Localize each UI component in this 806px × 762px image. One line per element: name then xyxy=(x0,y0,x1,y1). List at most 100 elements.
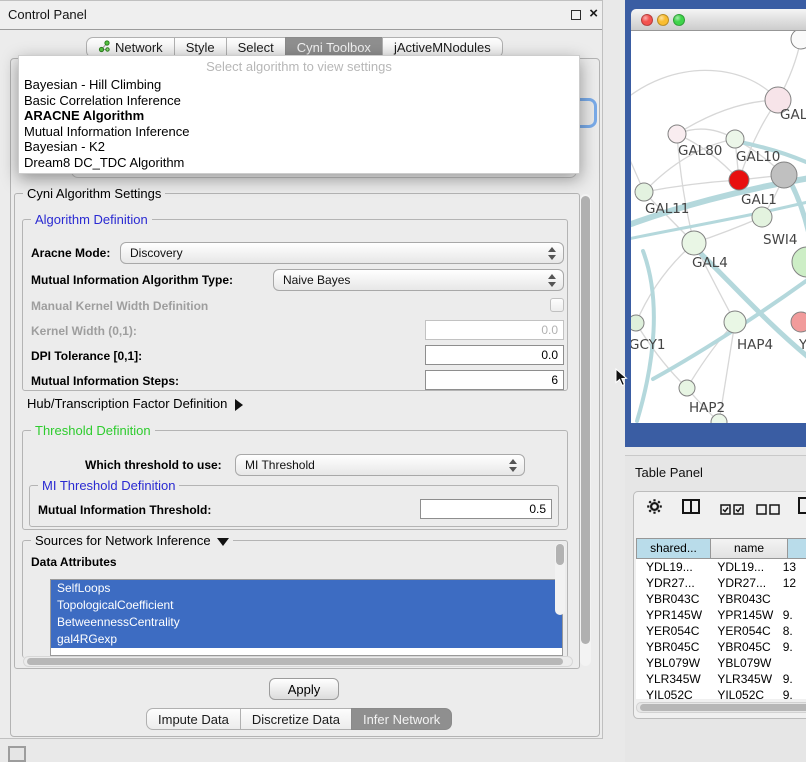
table-horizontal-scrollbar[interactable] xyxy=(636,702,806,713)
algorithm-dropdown-popup: Select algorithm to view settings Bayesi… xyxy=(18,55,580,174)
float-window-icon[interactable] xyxy=(571,10,581,20)
network-node[interactable] xyxy=(791,312,806,332)
network-node[interactable] xyxy=(791,31,806,49)
network-node[interactable] xyxy=(726,130,744,148)
table-row[interactable]: YDR27...YDR27...12 xyxy=(636,575,806,591)
manual-kernel-checkbox[interactable] xyxy=(550,298,564,312)
data-attribute-item[interactable]: BetweennessCentrality xyxy=(51,614,562,631)
network-node-label: GCY1 xyxy=(631,337,666,353)
algorithm-option[interactable]: ARACNE Algorithm xyxy=(19,108,579,124)
network-node-label: GAL11 xyxy=(645,201,689,217)
network-node[interactable] xyxy=(631,315,644,331)
algorithm-option[interactable]: Bayesian - Hill Climbing xyxy=(19,77,579,93)
minimize-button[interactable] xyxy=(657,14,669,26)
table-row[interactable]: YLR345WYLR345W9. xyxy=(636,671,806,687)
network-node[interactable] xyxy=(729,170,749,190)
threshold-definition-title: Threshold Definition xyxy=(31,423,155,438)
scrollbar-thumb[interactable] xyxy=(27,658,563,665)
network-canvas[interactable]: GALGAL80GAL10GAL1GAL11SWI4GAL4GCY1HAP4YH… xyxy=(631,31,806,423)
table-row[interactable]: YBR045CYBR045C9. xyxy=(636,639,806,655)
scrollbar-thumb[interactable] xyxy=(581,196,590,644)
algorithm-options-list: Bayesian - Hill ClimbingBasic Correlatio… xyxy=(19,77,579,170)
aracne-mode-select[interactable]: Discovery xyxy=(120,242,564,264)
unchecked-boxes-icon[interactable] xyxy=(756,502,780,520)
close-button[interactable] xyxy=(641,14,653,26)
table-cell: YBR045C xyxy=(636,639,705,655)
table-row[interactable]: YDL19...YDL19...13 xyxy=(636,559,806,575)
checked-boxes-icon[interactable] xyxy=(720,502,744,520)
algorithm-option[interactable]: Dream8 DC_TDC Algorithm xyxy=(19,155,579,171)
sources-group-title[interactable]: Sources for Network Inference xyxy=(31,533,233,548)
table-row[interactable]: YBL079WYBL079W xyxy=(636,655,806,671)
data-attribute-item[interactable]: SelfLoops xyxy=(51,580,562,597)
table-cell: YLR345W xyxy=(636,671,705,687)
table-cell: YBL079W xyxy=(636,655,705,671)
scrollbar-thumb[interactable] xyxy=(556,544,564,565)
table-row[interactable]: YIL052CYIL052C9. xyxy=(636,687,806,699)
column-header[interactable]: shared... xyxy=(636,538,711,559)
network-edge xyxy=(631,70,778,103)
zoom-button[interactable] xyxy=(673,14,685,26)
table-cell: YIL052C xyxy=(636,687,705,699)
tab-infer-network[interactable]: Infer Network xyxy=(351,708,452,730)
table-row[interactable]: YER054CYER054C8. xyxy=(636,623,806,639)
table-row[interactable]: YPR145WYPR145W9. xyxy=(636,607,806,623)
algorithm-option[interactable]: Mutual Information Inference xyxy=(19,124,579,140)
column-header[interactable]: name xyxy=(711,538,788,559)
algorithm-option[interactable]: Bayesian - K2 xyxy=(19,139,579,155)
kernel-width-input[interactable] xyxy=(425,320,564,340)
network-window-titlebar[interactable] xyxy=(631,9,806,31)
tab-label: Select xyxy=(238,40,274,55)
network-node-label: GAL xyxy=(780,107,806,123)
which-threshold-select[interactable]: MI Threshold xyxy=(235,454,525,476)
settings-horizontal-scrollbar[interactable] xyxy=(23,656,573,667)
data-attribute-item[interactable]: gal4RGexp xyxy=(51,631,562,648)
kernel-width-label: Kernel Width (0,1): xyxy=(31,324,137,338)
table-cell: 13 xyxy=(777,559,806,575)
network-graph[interactable]: GALGAL80GAL10GAL1GAL11SWI4GAL4GCY1HAP4YH… xyxy=(631,31,806,423)
document-icon[interactable] xyxy=(798,497,806,519)
threshold-definition-group: Threshold Definition Which threshold to … xyxy=(22,430,568,530)
column-header[interactable] xyxy=(788,538,806,559)
mi-steps-label: Mutual Information Steps: xyxy=(31,374,179,388)
mi-steps-input[interactable] xyxy=(425,370,564,390)
table-row[interactable]: YBR043CYBR043C xyxy=(636,591,806,607)
network-node[interactable] xyxy=(724,311,746,333)
network-edge xyxy=(644,180,739,192)
network-node[interactable] xyxy=(635,183,653,201)
panel-title: Control Panel xyxy=(8,7,87,22)
scrollbar-thumb[interactable] xyxy=(640,704,806,711)
table-header: shared...name xyxy=(636,538,806,559)
network-node-label: GAL1 xyxy=(741,192,777,208)
tab-discretize-data[interactable]: Discretize Data xyxy=(240,708,352,730)
network-node[interactable] xyxy=(668,125,686,143)
data-attribute-item[interactable]: TopologicalCoefficient xyxy=(51,597,562,614)
network-node[interactable] xyxy=(682,231,706,255)
apply-button[interactable]: Apply xyxy=(269,678,339,700)
mi-type-select[interactable]: Naive Bayes xyxy=(273,269,564,291)
network-node[interactable] xyxy=(752,207,772,227)
dpi-tolerance-input[interactable] xyxy=(425,345,564,365)
table-cell: 9. xyxy=(777,687,806,699)
close-icon[interactable]: × xyxy=(589,5,598,22)
network-node[interactable] xyxy=(679,380,695,396)
settings-vertical-scrollbar[interactable] xyxy=(580,194,591,666)
hub-definition-toggle[interactable]: Hub/Transcription Factor Definition xyxy=(27,396,243,411)
tab-label: Style xyxy=(186,40,215,55)
network-view-frame: GALGAL80GAL10GAL1GAL11SWI4GAL4GCY1HAP4YH… xyxy=(625,0,806,447)
network-node-label: GAL4 xyxy=(692,255,728,271)
tab-impute-data[interactable]: Impute Data xyxy=(146,708,241,730)
algorithm-option[interactable]: Basic Correlation Inference xyxy=(19,93,579,109)
data-attributes-list[interactable]: SelfLoopsTopologicalCoefficientBetweenne… xyxy=(50,579,563,656)
split-columns-icon[interactable] xyxy=(682,499,700,519)
gear-icon[interactable] xyxy=(646,498,663,520)
table-cell: 9. xyxy=(777,639,806,655)
algorithm-definition-group: Algorithm Definition Aracne Mode: Discov… xyxy=(22,219,568,391)
network-node[interactable] xyxy=(771,162,797,188)
algorithm-definition-title: Algorithm Definition xyxy=(31,212,152,227)
attributes-list-scrollbar[interactable] xyxy=(555,543,565,615)
dock-panel-icon[interactable] xyxy=(8,746,26,762)
network-node[interactable] xyxy=(792,247,806,277)
mouse-cursor xyxy=(615,368,628,387)
mi-threshold-input[interactable] xyxy=(420,499,552,519)
